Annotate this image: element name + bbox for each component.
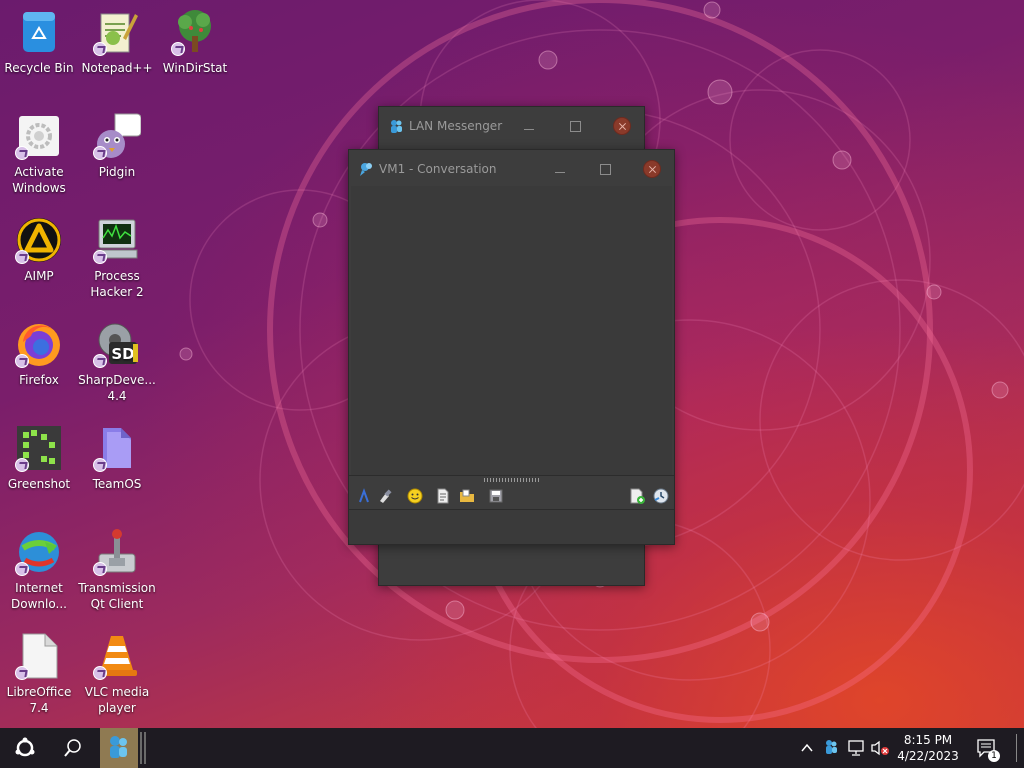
network-icon[interactable] (847, 739, 865, 757)
lan-messenger-icon (388, 118, 404, 134)
recycle-bin-icon (15, 8, 63, 56)
aimp-icon (15, 216, 63, 264)
minimize-button[interactable] (551, 160, 569, 178)
desktop-icon-label: Transmission Qt Client (78, 581, 156, 611)
sharpdevelop-icon: SD (93, 320, 141, 368)
desktop-icon-label: Internet Downlo... (11, 581, 67, 611)
close-button[interactable] (613, 117, 631, 135)
minimize-button[interactable] (520, 117, 538, 135)
process-hacker-icon (93, 216, 141, 264)
clock-time: 8:15 PM (903, 733, 953, 747)
window-titlebar[interactable]: LAN Messenger (379, 107, 644, 145)
volume-muted-icon[interactable] (870, 739, 890, 757)
desktop-icon-libreoffice[interactable]: LibreOffice 7.4 (0, 632, 78, 716)
splitter-grip[interactable] (484, 478, 540, 482)
desktop-icon-process-hacker[interactable]: Process Hacker 2 (78, 216, 156, 300)
conversation-icon (358, 161, 374, 177)
font-color-icon[interactable] (377, 488, 393, 504)
start-button-icon[interactable] (14, 737, 36, 759)
desktop-icon-activate-windows[interactable]: Activate Windows (0, 112, 78, 196)
close-button[interactable] (643, 160, 661, 178)
transmission-icon (93, 528, 141, 576)
taskbar-separator (140, 732, 142, 764)
desktop-icon-label: Activate Windows (12, 165, 66, 195)
desktop-icon-label: Recycle Bin (4, 61, 74, 75)
libreoffice-icon (15, 632, 63, 680)
desktop-icon-firefox[interactable]: Firefox (0, 320, 78, 388)
desktop-icon-transmission[interactable]: Transmission Qt Client (78, 528, 156, 612)
show-hidden-icons-chevron-up-icon[interactable] (800, 741, 814, 755)
desktop-icon-teamos[interactable]: TeamOS (78, 424, 156, 492)
desktop-icon-greenshot[interactable]: Greenshot (0, 424, 78, 492)
desktop-icon-label: VLC media player (84, 685, 150, 715)
desktop-icon-notepad-plus-plus[interactable]: Notepad++ (78, 8, 156, 76)
activate-windows-icon (15, 112, 63, 160)
show-desktop-button[interactable] (1016, 734, 1020, 762)
desktop-icon-internet-download-manager[interactable]: Internet Downlo... (0, 528, 78, 612)
lan-messenger-tray-icon[interactable] (822, 738, 840, 756)
window-title: LAN Messenger (409, 119, 503, 133)
desktop-icon-label: LibreOffice 7.4 (6, 685, 72, 715)
font-icon[interactable] (357, 488, 373, 504)
maximize-button[interactable] (566, 117, 584, 135)
desktop-icon-windirstat[interactable]: WinDirStat (156, 8, 234, 76)
desktop-icon-label: WinDirStat (162, 61, 228, 75)
desktop-icon-label: Greenshot (7, 477, 71, 491)
taskbar-clock[interactable]: 8:15 PM 4/22/2023 (895, 732, 961, 764)
clock-date: 4/22/2023 (897, 749, 959, 763)
conversation-window[interactable]: VM1 - Conversation (348, 149, 675, 545)
desktop-icon-pidgin[interactable]: Pidgin (78, 112, 156, 180)
pidgin-icon (93, 112, 141, 160)
internet-download-manager-icon (15, 528, 63, 576)
lan-messenger-icon (110, 736, 127, 758)
message-history-area[interactable] (351, 186, 672, 476)
conversation-toolbar (351, 484, 672, 508)
windirstat-icon (171, 8, 219, 56)
message-input[interactable] (349, 509, 674, 544)
desktop-icon-aimp[interactable]: AIMP (0, 216, 78, 284)
window-titlebar[interactable]: VM1 - Conversation (349, 150, 674, 188)
taskbar-item-lan-messenger[interactable] (100, 728, 138, 768)
folder-icon (93, 424, 141, 472)
greenshot-icon (15, 424, 63, 472)
desktop-icon-label: Notepad++ (81, 61, 153, 75)
svg-text:SD: SD (111, 345, 134, 363)
maximize-button[interactable] (596, 160, 614, 178)
desktop-icon-label: SharpDeve... 4.4 (78, 373, 156, 403)
taskbar-separator (144, 732, 146, 764)
desktop-icon-label: AIMP (24, 269, 54, 283)
send-folder-icon[interactable] (459, 488, 475, 504)
notification-badge: 1 (988, 750, 1000, 762)
desktop-icon-recycle-bin[interactable]: Recycle Bin (0, 8, 78, 76)
add-contact-icon[interactable] (629, 488, 645, 504)
notepad-plus-plus-icon (93, 8, 141, 56)
search-icon[interactable] (62, 737, 84, 759)
window-title: VM1 - Conversation (379, 162, 497, 176)
desktop-icon-label: Firefox (19, 373, 59, 387)
desktop-icon-sharpdevelop[interactable]: SD SharpDeve... 4.4 (78, 320, 156, 404)
taskbar: 8:15 PM 4/22/2023 1 (0, 728, 1024, 768)
firefox-icon (15, 320, 63, 368)
vlc-icon (93, 632, 141, 680)
smiley-icon[interactable] (407, 488, 423, 504)
desktop-icon-label: TeamOS (92, 477, 142, 491)
save-icon[interactable] (488, 488, 504, 504)
desktop-icon-label: Pidgin (98, 165, 136, 179)
desktop-icon-label: Process Hacker 2 (90, 269, 144, 299)
desktop-icon-vlc[interactable]: VLC media player (78, 632, 156, 716)
send-file-icon[interactable] (435, 488, 451, 504)
history-icon[interactable] (653, 488, 669, 504)
